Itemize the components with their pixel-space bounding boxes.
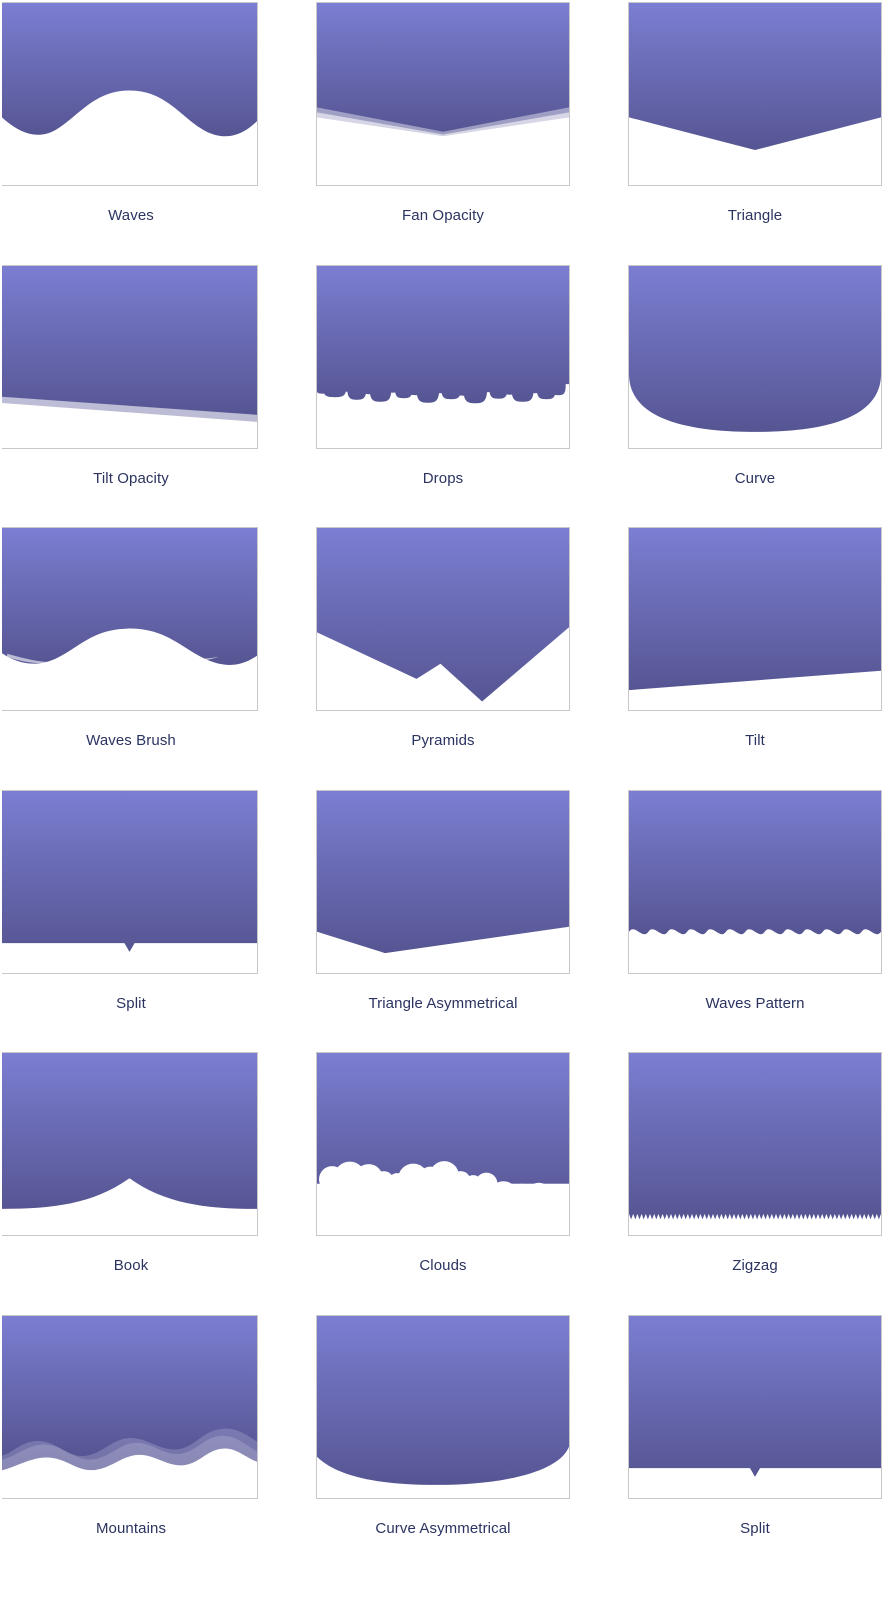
shape-divider-svg bbox=[629, 3, 881, 151]
shape-preview-waves-brush[interactable] bbox=[2, 527, 258, 711]
shape-divider-svg bbox=[629, 1315, 881, 1477]
shape-divider-svg bbox=[2, 3, 257, 137]
shape-divider-svg bbox=[629, 790, 881, 934]
shape-preview-curve-asymmetrical[interactable] bbox=[316, 1314, 570, 1499]
shape-card-label: Waves bbox=[108, 207, 154, 224]
shape-card[interactable]: Curve Asymmetrical bbox=[312, 1313, 574, 1576]
shape-card[interactable]: Fan Opacity bbox=[312, 0, 574, 263]
shape-divider-svg bbox=[2, 1053, 257, 1209]
shape-divider-svg bbox=[629, 528, 881, 691]
shape-divider-svg bbox=[317, 790, 569, 953]
shape-divider-svg bbox=[317, 528, 569, 702]
shape-divider-svg bbox=[2, 528, 257, 677]
shape-card[interactable]: Split bbox=[0, 788, 262, 1051]
shape-preview-zigzag[interactable] bbox=[628, 1052, 882, 1236]
shape-card-label: Zigzag bbox=[732, 1257, 778, 1274]
shape-divider-svg bbox=[317, 3, 569, 137]
shape-card-label: Clouds bbox=[419, 1257, 467, 1274]
shape-card[interactable]: Clouds bbox=[312, 1050, 574, 1313]
shape-card-label: Curve bbox=[734, 469, 776, 487]
shape-preview-waves-pattern[interactable] bbox=[628, 789, 882, 974]
shape-card[interactable]: Split bbox=[624, 1313, 886, 1576]
shape-card-label: Triangle Asymmetrical bbox=[368, 994, 518, 1012]
shape-card[interactable]: Waves bbox=[0, 0, 262, 263]
shape-preview-pyramids[interactable] bbox=[316, 527, 570, 711]
shape-card[interactable]: Tilt Opacity bbox=[0, 263, 262, 526]
shape-divider-svg bbox=[2, 790, 257, 952]
shape-card[interactable]: Waves Brush bbox=[0, 525, 262, 788]
shape-card[interactable]: Waves Pattern bbox=[624, 788, 886, 1051]
shape-card-label: Waves Pattern bbox=[705, 994, 805, 1012]
shape-card-label: Mountains bbox=[95, 1519, 167, 1537]
shape-preview-drops[interactable] bbox=[316, 264, 570, 449]
shape-card-label: Book bbox=[113, 1257, 149, 1274]
shape-preview-split[interactable] bbox=[628, 1314, 882, 1499]
shape-preview-tilt[interactable] bbox=[628, 527, 882, 711]
shape-preview-book[interactable] bbox=[2, 1052, 258, 1236]
shape-preview-fan-opacity[interactable] bbox=[316, 2, 570, 186]
shape-divider-svg bbox=[2, 1315, 257, 1470]
shape-card[interactable]: Mountains bbox=[0, 1313, 262, 1576]
shape-preview-mountains[interactable] bbox=[2, 1314, 258, 1499]
shape-card-label: Triangle bbox=[727, 207, 783, 224]
shape-card[interactable]: Zigzag bbox=[624, 1050, 886, 1313]
shape-divider-gallery: Waves Fan Opacity Triangle Tilt Opacity … bbox=[0, 0, 886, 1575]
shape-card-label: Split bbox=[116, 994, 146, 1012]
shape-card[interactable]: Book bbox=[0, 1050, 262, 1313]
shape-card[interactable]: Curve bbox=[624, 263, 886, 526]
shape-card-label: Curve Asymmetrical bbox=[375, 1519, 511, 1537]
shape-preview-split[interactable] bbox=[2, 789, 258, 974]
shape-preview-clouds[interactable] bbox=[316, 1052, 570, 1236]
shape-divider-svg bbox=[317, 265, 569, 403]
shape-card-label: Fan Opacity bbox=[402, 207, 484, 224]
shape-card-label: Tilt bbox=[745, 732, 765, 749]
shape-preview-tilt-opacity[interactable] bbox=[2, 264, 258, 449]
shape-card-label: Pyramids bbox=[411, 732, 475, 749]
shape-card[interactable]: Pyramids bbox=[312, 525, 574, 788]
shape-divider-svg bbox=[2, 265, 257, 422]
shape-card[interactable]: Tilt bbox=[624, 525, 886, 788]
shape-card[interactable]: Triangle Asymmetrical bbox=[312, 788, 574, 1051]
shape-divider-svg bbox=[317, 1315, 569, 1485]
shape-card-label: Drops bbox=[422, 469, 464, 487]
shape-preview-curve[interactable] bbox=[628, 264, 882, 449]
shape-divider-svg bbox=[629, 265, 881, 432]
shape-card[interactable]: Drops bbox=[312, 263, 574, 526]
shape-card[interactable]: Triangle bbox=[624, 0, 886, 263]
shape-divider-svg bbox=[317, 1053, 569, 1235]
shape-divider-svg bbox=[629, 1053, 881, 1220]
shape-card-label: Tilt Opacity bbox=[93, 469, 169, 487]
shape-preview-triangle-asymmetrical[interactable] bbox=[316, 789, 570, 974]
shape-card-label: Waves Brush bbox=[86, 732, 176, 749]
shape-preview-triangle[interactable] bbox=[628, 2, 882, 186]
shape-card-label: Split bbox=[740, 1519, 770, 1537]
shape-preview-waves[interactable] bbox=[2, 2, 258, 186]
